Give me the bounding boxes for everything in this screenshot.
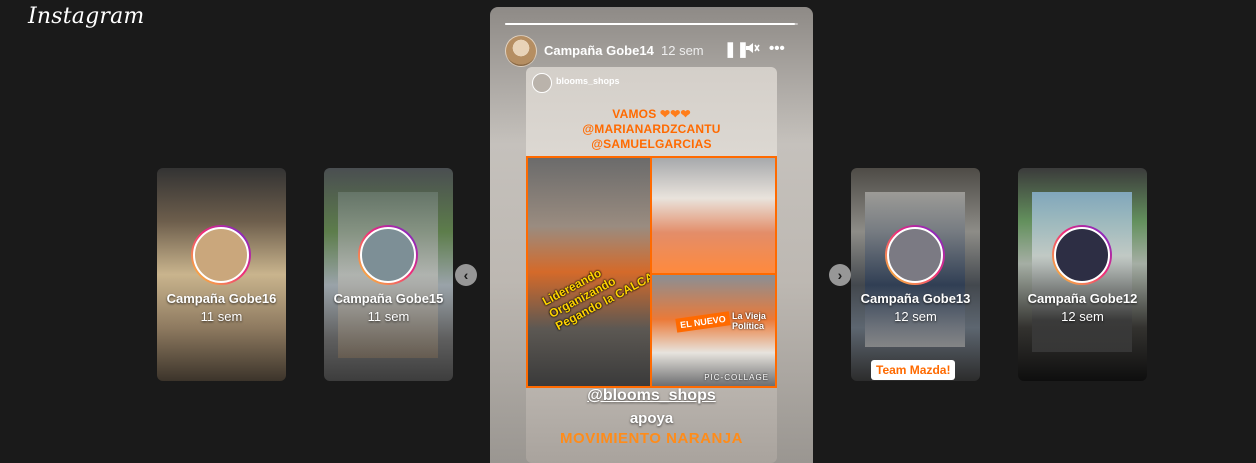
story-card-gobe12[interactable]: Campaña Gobe12 12 sem (1018, 168, 1147, 381)
chevron-left-icon: ‹ (463, 267, 469, 283)
story-username: Campaña Gobe12 (1027, 291, 1138, 306)
mention-link[interactable]: @blooms_shops (526, 387, 777, 405)
story-username: Campaña Gobe15 (333, 291, 444, 306)
story-header-text: VAMOS ❤❤❤ @MARIANARDZCANTU @SAMUELGARCIA… (582, 107, 721, 151)
more-options-button[interactable]: ••• (769, 40, 785, 57)
story-username: Campaña Gobe16 (166, 291, 277, 306)
heart-icon: ❤❤❤ (659, 107, 691, 121)
story-username[interactable]: Campaña Gobe14 (544, 43, 654, 58)
story-viewer: Instagram Campaña Gobe16 11 sem Campaña … (7, 0, 1256, 463)
avatar (885, 225, 945, 285)
collage-photo: Lidereando Organizando Pegando la CALCA (528, 158, 650, 386)
more-horizontal-icon: ••• (769, 40, 785, 57)
billboard-text: La Vieja Política (732, 311, 766, 331)
prev-story-button[interactable]: ‹ (455, 264, 477, 286)
story-time: 12 sem (1061, 309, 1104, 324)
next-story-button[interactable]: › (829, 264, 851, 286)
story-card-gobe15[interactable]: Campaña Gobe15 11 sem (324, 168, 453, 381)
avatar[interactable] (505, 35, 537, 67)
billboard-text: EL NUEVO (675, 311, 731, 333)
story-card-gobe16[interactable]: Campaña Gobe16 11 sem (157, 168, 286, 381)
story-tag: Team Mazda! (871, 360, 956, 380)
slogan-text: Lidereando Organizando Pegando la CALCA (540, 265, 650, 334)
avatar (191, 225, 251, 285)
collage-photo (652, 158, 775, 273)
instagram-logo[interactable]: Instagram (28, 4, 144, 29)
caption-text: MOVIMIENTO NARANJA (560, 430, 743, 447)
story-time: 12 sem (894, 309, 937, 324)
story-time: 11 sem (200, 309, 243, 324)
chevron-right-icon: › (837, 267, 843, 283)
photo-collage: Lidereando Organizando Pegando la CALCA … (526, 156, 777, 388)
story-time: 11 sem (367, 309, 410, 324)
watermark: PIC-COLLAGE (704, 373, 769, 382)
active-story[interactable]: Campaña Gobe14 12 sem ❚❚ ••• blooms_shop… (490, 7, 813, 463)
avatar (1052, 225, 1112, 285)
reposted-story: blooms_shops VAMOS ❤❤❤ @MARIANARDZCANTU … (526, 67, 777, 463)
mute-button[interactable] (744, 40, 760, 60)
story-time: 12 sem (661, 43, 704, 58)
muted-speaker-icon (746, 43, 760, 53)
collage-photo: EL NUEVO La Vieja Política PIC-COLLAGE (652, 275, 775, 386)
story-card-gobe13[interactable]: Campaña Gobe13 12 sem Team Mazda! (851, 168, 980, 381)
caption-text: apoya (629, 410, 674, 427)
story-username: Campaña Gobe13 (860, 291, 971, 306)
story-progress-bar (505, 23, 798, 25)
avatar (358, 225, 418, 285)
avatar (532, 73, 552, 93)
repost-username: blooms_shops (556, 76, 620, 86)
